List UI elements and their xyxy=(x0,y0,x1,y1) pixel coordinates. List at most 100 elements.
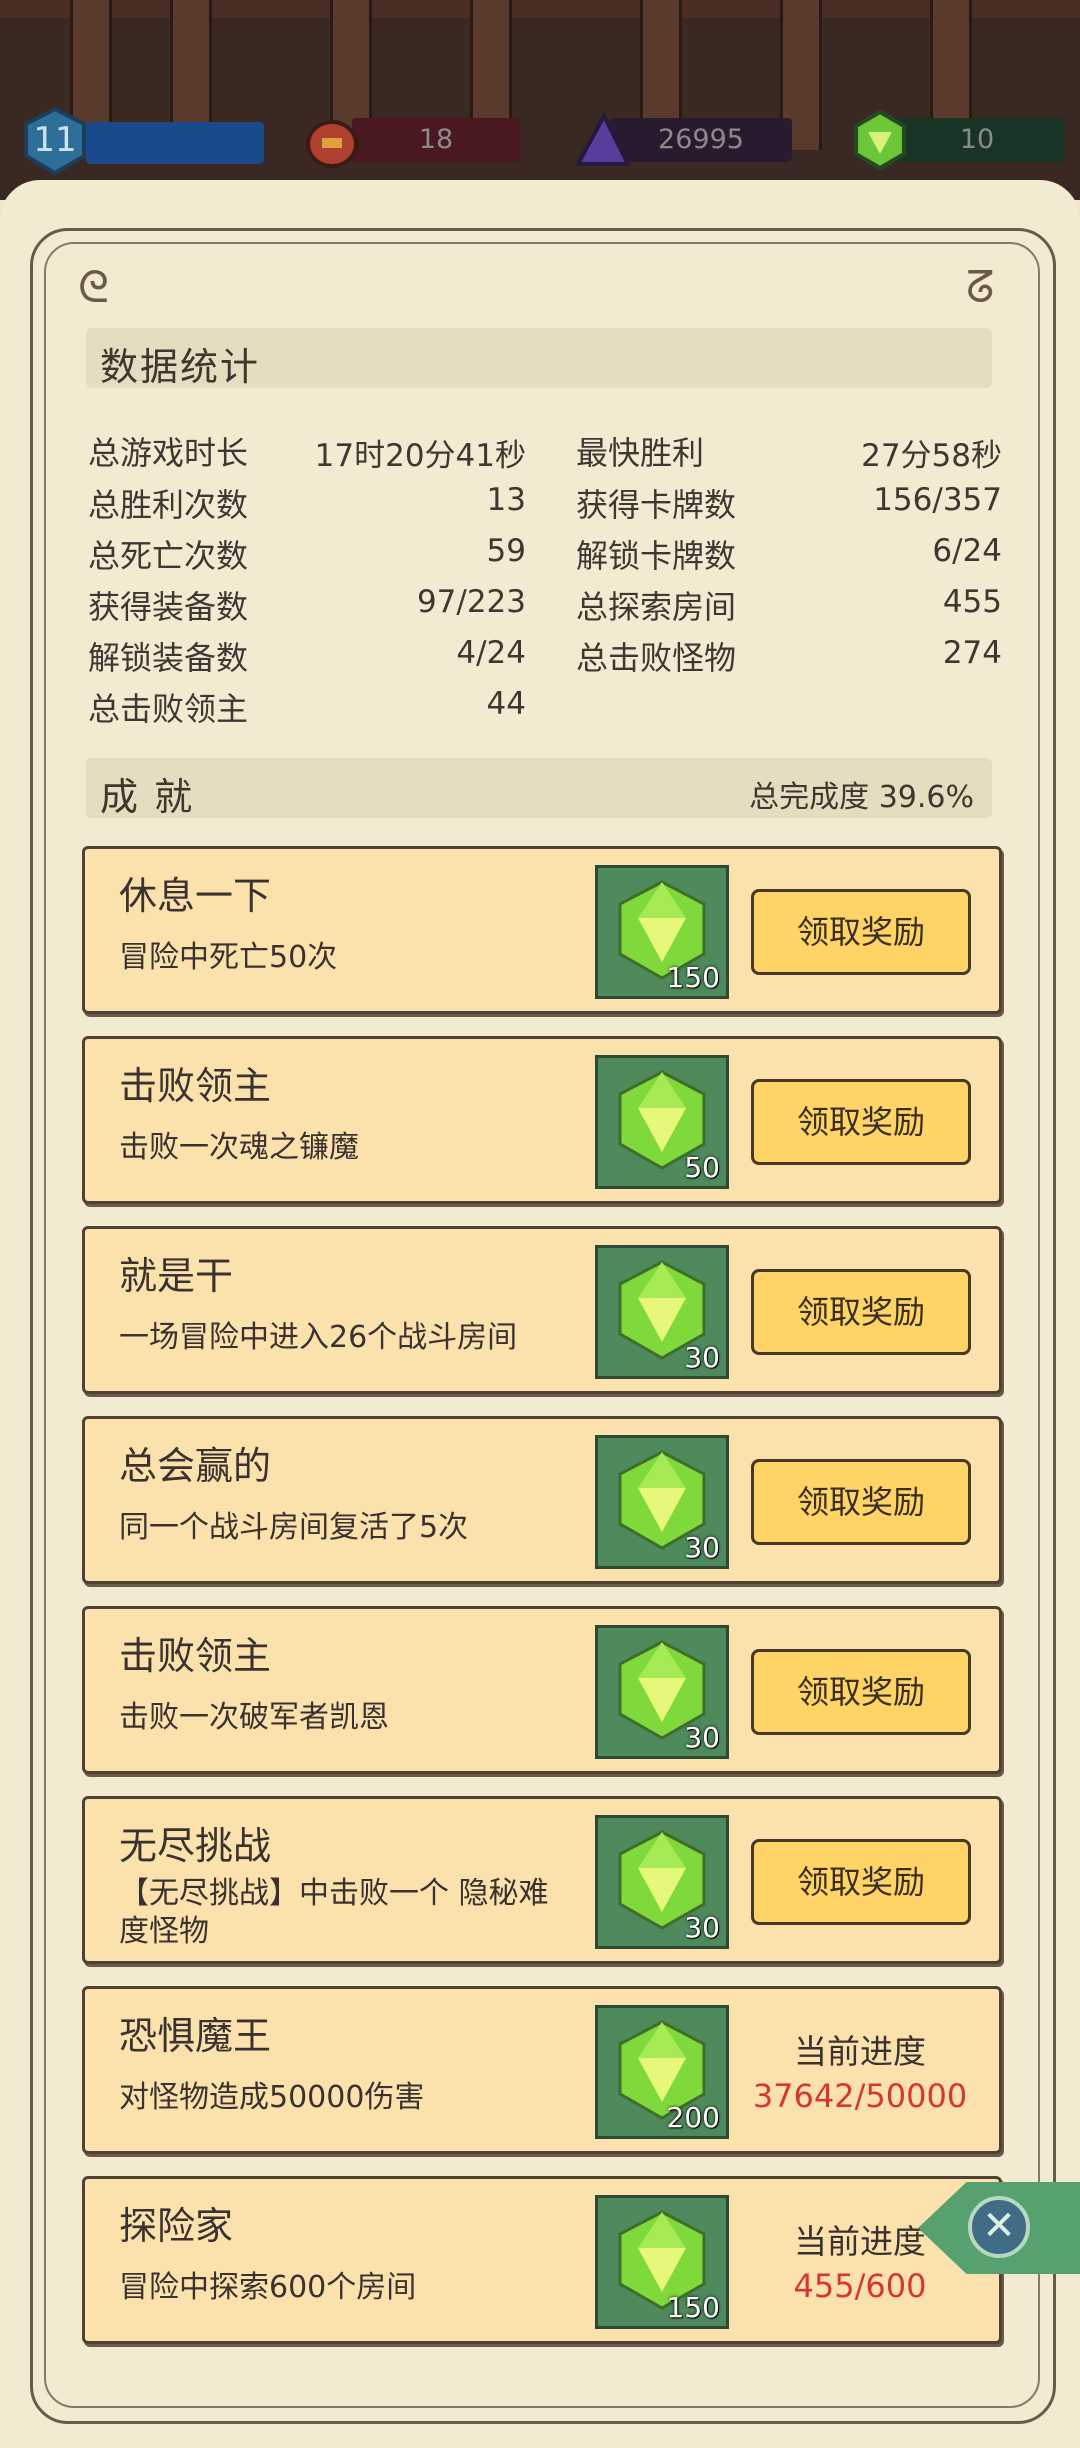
crystal-resource-bar: 26995 xyxy=(610,118,792,162)
completion-rate: 总完成度 39.6% xyxy=(749,780,974,815)
potion-icon xyxy=(306,120,358,168)
potion-count: 18 xyxy=(418,124,454,155)
green-gem-icon xyxy=(854,109,906,171)
claim-reward-button[interactable]: 领取奖励 xyxy=(751,1269,971,1355)
stat-label: 总死亡次数 xyxy=(88,537,249,575)
stat-label: 总探索房间 xyxy=(576,588,737,626)
achievement-title: 无尽挑战 xyxy=(119,1824,272,1868)
frame-ornament-right: ᘔ xyxy=(966,262,995,313)
stat-label: 获得卡牌数 xyxy=(576,486,737,524)
stat-value: 6/24 xyxy=(932,533,1002,569)
achievement-desc: 冒险中探索600个房间 xyxy=(119,2270,417,2305)
stat-label: 总胜利次数 xyxy=(88,486,249,524)
reward-amount: 30 xyxy=(684,1341,720,1374)
reward-amount: 50 xyxy=(684,1151,720,1184)
achievement-card: 击败领主 击败一次魂之镰魔 50 领取奖励 xyxy=(82,1036,1002,1204)
achievement-title: 就是干 xyxy=(119,1254,234,1298)
achievement-card: 就是干 一场冒险中进入26个战斗房间 30 领取奖励 xyxy=(82,1226,1002,1394)
stat-value: 455 xyxy=(942,584,1002,620)
claim-reward-button[interactable]: 领取奖励 xyxy=(751,1839,971,1925)
stat-value: 4/24 xyxy=(456,635,526,671)
reward-gem-icon: 30 xyxy=(595,1815,729,1949)
achievement-title: 总会赢的 xyxy=(119,1444,272,1488)
achievement-desc: 冒险中死亡50次 xyxy=(119,940,338,975)
reward-gem-icon: 150 xyxy=(595,865,729,999)
potion-resource-bar: 18 xyxy=(352,118,520,162)
progress-value: 455/600 xyxy=(793,2267,927,2305)
achievement-card: 总会赢的 同一个战斗房间复活了5次 30 领取奖励 xyxy=(82,1416,1002,1584)
reward-gem-icon: 150 xyxy=(595,2195,729,2329)
achievement-card: 无尽挑战 【无尽挑战】中击败一个 隐秘难度怪物 30 领取奖励 xyxy=(82,1796,1002,1964)
stat-row: 总探索房间 455 xyxy=(576,582,1002,626)
reward-amount: 150 xyxy=(666,2291,720,2324)
stat-label: 最快胜利 xyxy=(576,434,705,472)
stat-value: 59 xyxy=(486,533,526,569)
stats-header: 数据统计 xyxy=(86,328,992,389)
stat-label: 总游戏时长 xyxy=(88,434,249,472)
claim-reward-button[interactable]: 领取奖励 xyxy=(751,1649,971,1735)
purple-crystal-icon xyxy=(574,111,632,166)
close-icon: ✕ xyxy=(968,2196,1030,2258)
stats-title: 数据统计 xyxy=(100,345,261,389)
frame-ornament-left: ᘓ xyxy=(78,262,109,313)
achievement-card: 恐惧魔王 对怪物造成50000伤害 200 当前进度 37642/50000 xyxy=(82,1986,1002,2154)
stat-value: 274 xyxy=(942,635,1002,671)
stat-row: 获得卡牌数 156/357 xyxy=(576,480,1002,524)
achievements-header: 成 就 总完成度 39.6% xyxy=(86,758,992,819)
achievement-card: 击败领主 击败一次破军者凯恩 30 领取奖励 xyxy=(82,1606,1002,1774)
achievement-card: 探险家 冒险中探索600个房间 150 当前进度 455/600 xyxy=(82,2176,1002,2344)
stat-value: 27分58秒 xyxy=(861,438,1002,474)
achievement-desc: 同一个战斗房间复活了5次 xyxy=(119,1510,469,1545)
stat-row: 总游戏时长 17时20分41秒 xyxy=(88,428,526,474)
achievement-title: 击败领主 xyxy=(119,1634,272,1678)
achievement-desc: 击败一次破军者凯恩 xyxy=(119,1700,389,1735)
reward-amount: 200 xyxy=(666,2101,720,2134)
stat-value: 44 xyxy=(486,686,526,722)
stat-row: 获得装备数 97/223 xyxy=(88,582,526,626)
stat-value: 156/357 xyxy=(873,482,1002,518)
stat-label: 总击败领主 xyxy=(88,690,249,728)
reward-amount: 150 xyxy=(666,961,720,994)
progress-value: 37642/50000 xyxy=(752,2077,968,2115)
reward-amount: 30 xyxy=(684,1531,720,1564)
achievement-title: 击败领主 xyxy=(119,1064,272,1108)
reward-gem-icon: 200 xyxy=(595,2005,729,2139)
stat-value: 13 xyxy=(486,482,526,518)
level-value: 11 xyxy=(33,120,77,160)
stat-row: 解锁卡牌数 6/24 xyxy=(576,531,1002,575)
level-badge: 11 xyxy=(20,106,264,176)
stat-label: 解锁卡牌数 xyxy=(576,537,737,575)
stat-row: 解锁装备数 4/24 xyxy=(88,633,526,677)
claim-reward-button[interactable]: 领取奖励 xyxy=(751,1079,971,1165)
achievement-title: 探险家 xyxy=(119,2204,234,2248)
gem-resource-bar: 10 xyxy=(890,118,1064,162)
achievements-title: 成 就 xyxy=(100,775,195,819)
reward-gem-icon: 50 xyxy=(595,1055,729,1189)
gem-count: 10 xyxy=(959,124,995,155)
claim-reward-button[interactable]: 领取奖励 xyxy=(751,889,971,975)
stat-row: 总击败领主 44 xyxy=(88,684,526,728)
stat-row: 总击败怪物 274 xyxy=(576,633,1002,677)
reward-gem-icon: 30 xyxy=(595,1625,729,1759)
stat-value: 17时20分41秒 xyxy=(314,438,526,474)
achievement-desc: 【无尽挑战】中击败一个 隐秘难度怪物 xyxy=(119,1876,549,1949)
stat-row: 总死亡次数 59 xyxy=(88,531,526,575)
achievement-desc: 一场冒险中进入26个战斗房间 xyxy=(119,1320,518,1355)
reward-gem-icon: 30 xyxy=(595,1435,729,1569)
achievement-title: 休息一下 xyxy=(119,874,272,918)
reward-amount: 30 xyxy=(684,1721,720,1754)
stat-label: 获得装备数 xyxy=(88,588,249,626)
achievement-title: 恐惧魔王 xyxy=(119,2014,272,2058)
progress-label: 当前进度 xyxy=(794,2032,926,2071)
achievement-desc: 击败一次魂之镰魔 xyxy=(119,1130,359,1165)
stat-label: 总击败怪物 xyxy=(576,639,737,677)
crystal-count: 26995 xyxy=(658,124,744,155)
stat-value: 97/223 xyxy=(416,584,526,620)
reward-gem-icon: 30 xyxy=(595,1245,729,1379)
achievement-card: 休息一下 冒险中死亡50次 150 领取奖励 xyxy=(82,846,1002,1014)
achievement-desc: 对怪物造成50000伤害 xyxy=(119,2080,425,2115)
claim-reward-button[interactable]: 领取奖励 xyxy=(751,1459,971,1545)
stat-row: 总胜利次数 13 xyxy=(88,480,526,524)
reward-amount: 30 xyxy=(684,1911,720,1944)
stat-row: 最快胜利 27分58秒 xyxy=(576,428,1002,474)
